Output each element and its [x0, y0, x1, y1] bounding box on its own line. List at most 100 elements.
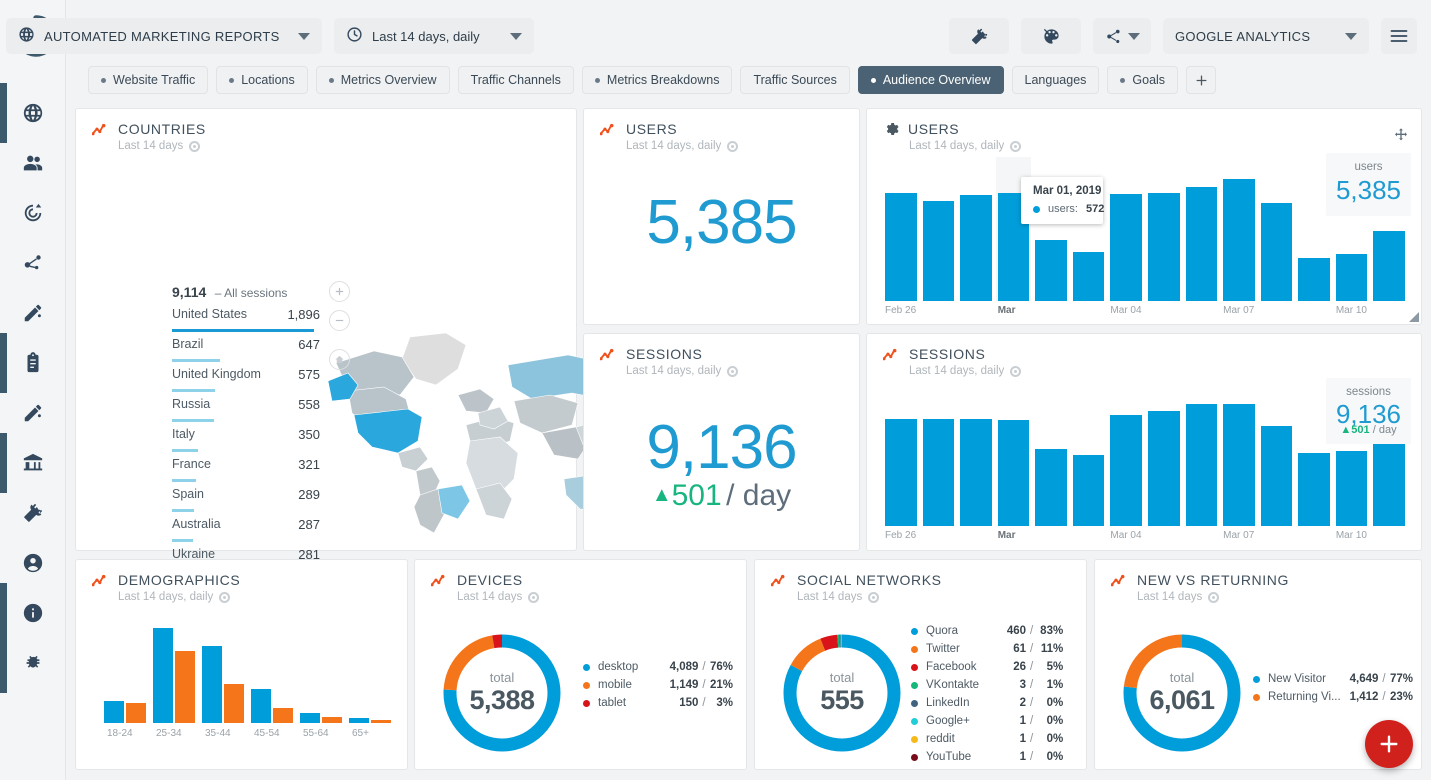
map-home-button[interactable] — [329, 349, 350, 370]
bar[interactable] — [1186, 404, 1218, 526]
bar[interactable] — [1073, 455, 1105, 526]
country-row[interactable]: Russia558 — [172, 397, 320, 427]
sidebar-item-bug[interactable] — [0, 638, 66, 688]
bar[interactable] — [1110, 194, 1142, 301]
bar[interactable] — [1110, 415, 1142, 526]
legend-row[interactable]: mobile1,149/21% — [583, 676, 733, 694]
bar[interactable] — [1223, 404, 1255, 526]
bar[interactable] — [960, 419, 992, 526]
legend-row[interactable]: reddit1/0% — [911, 730, 1077, 748]
date-range-selector[interactable]: Last 14 days, daily — [334, 18, 534, 54]
resize-handle-icon[interactable] — [1409, 312, 1419, 322]
legend-label: YouTube — [926, 751, 998, 763]
bar[interactable] — [960, 195, 992, 301]
legend-color-dot — [1253, 694, 1260, 701]
plugin-button[interactable] — [949, 18, 1009, 54]
bar[interactable] — [1073, 252, 1105, 301]
legend-row[interactable]: YouTube1/0% — [911, 748, 1077, 766]
country-row[interactable]: Australia287 — [172, 517, 320, 547]
legend-row[interactable]: Quora460/83% — [911, 622, 1077, 640]
demographics-bar[interactable] — [371, 720, 391, 723]
sidebar-item-clipboard[interactable] — [0, 338, 66, 388]
demographics-bar[interactable] — [153, 628, 173, 723]
bar[interactable] — [998, 420, 1030, 526]
legend-row[interactable]: desktop4,089/76% — [583, 658, 733, 676]
bar[interactable] — [1336, 254, 1368, 301]
tab-languages[interactable]: Languages — [1012, 66, 1100, 94]
tab-metrics-breakdowns[interactable]: Metrics Breakdowns — [582, 66, 733, 94]
sidebar-item-pencil[interactable] — [0, 288, 66, 338]
bar[interactable] — [1261, 203, 1293, 301]
country-row[interactable]: Italy350 — [172, 427, 320, 457]
country-row[interactable]: Brazil647 — [172, 337, 320, 367]
demographics-bar[interactable] — [104, 701, 124, 724]
data-source-selector[interactable]: GOOGLE ANALYTICS — [1163, 18, 1369, 54]
bar[interactable] — [1223, 179, 1255, 301]
demographics-bar[interactable] — [175, 651, 195, 724]
sidebar-item-globe[interactable] — [0, 88, 66, 138]
bar[interactable] — [1035, 240, 1067, 301]
tab-goals[interactable]: Goals — [1107, 66, 1178, 94]
add-widget-fab[interactable] — [1365, 720, 1413, 768]
bar[interactable] — [885, 419, 917, 526]
sidebar-item-bank[interactable] — [0, 438, 66, 488]
bar[interactable] — [1373, 438, 1405, 526]
bar[interactable] — [1336, 451, 1368, 526]
demographics-bar[interactable] — [300, 713, 320, 723]
legend-row[interactable]: VKontakte3/1% — [911, 676, 1077, 694]
sidebar-item-account[interactable] — [0, 538, 66, 588]
demographics-bar[interactable] — [202, 646, 222, 724]
bar[interactable] — [1298, 453, 1330, 526]
bar[interactable] — [1186, 187, 1218, 301]
share-button[interactable] — [1093, 18, 1151, 54]
map-zoom-out-button[interactable] — [329, 310, 350, 331]
sidebar-item-info[interactable] — [0, 588, 66, 638]
bar[interactable] — [923, 201, 955, 301]
demographics-bar[interactable] — [251, 689, 271, 723]
legend-row[interactable]: Google+1/0% — [911, 712, 1077, 730]
country-row[interactable]: France321 — [172, 457, 320, 487]
legend-row[interactable]: Twitter61/11% — [911, 640, 1077, 658]
tab-traffic-sources[interactable]: Traffic Sources — [740, 66, 849, 94]
legend-row[interactable]: New Visitor4,649/77% — [1253, 670, 1413, 688]
legend-row[interactable]: Facebook26/5% — [911, 658, 1077, 676]
theme-button[interactable] — [1021, 18, 1081, 54]
sidebar-item-target-refresh[interactable] — [0, 188, 66, 238]
bar[interactable] — [1148, 411, 1180, 526]
sidebar-item-pencil-alt[interactable] — [0, 388, 66, 438]
bar[interactable] — [1373, 231, 1405, 301]
demographics-bar[interactable] — [224, 684, 244, 723]
report-selector[interactable]: AUTOMATED MARKETING REPORTS — [6, 18, 322, 54]
demographics-bar[interactable] — [273, 708, 293, 723]
sidebar-item-plug[interactable] — [0, 488, 66, 538]
country-row[interactable]: Spain289 — [172, 487, 320, 517]
bar[interactable] — [1035, 449, 1067, 526]
legend-row[interactable]: LinkedIn2/0% — [911, 694, 1077, 712]
country-row[interactable]: United States1,896 — [172, 307, 320, 337]
users-chart-subtitle: Last 14 days, daily — [909, 140, 1004, 152]
demographics-bar[interactable] — [126, 703, 146, 723]
tab-audience-overview[interactable]: Audience Overview — [858, 66, 1004, 94]
bar[interactable] — [923, 419, 955, 526]
add-tab-button[interactable] — [1186, 66, 1216, 94]
move-icon[interactable] — [1393, 127, 1409, 143]
main-menu-button[interactable] — [1381, 18, 1417, 54]
sidebar-item-users[interactable] — [0, 138, 66, 188]
demographics-bar[interactable] — [322, 717, 342, 723]
map-zoom-in-button[interactable] — [329, 281, 350, 302]
demographics-bar[interactable] — [349, 718, 369, 723]
legend-row[interactable]: tablet150/3% — [583, 694, 733, 712]
tab-metrics-overview[interactable]: Metrics Overview — [316, 66, 450, 94]
bar[interactable] — [1261, 426, 1293, 526]
country-row[interactable]: United Kingdom575 — [172, 367, 320, 397]
tab-traffic-channels[interactable]: Traffic Channels — [458, 66, 574, 94]
new-returning-title: NEW VS RETURNING — [1111, 572, 1421, 588]
bar[interactable] — [885, 193, 917, 301]
tab-website-traffic[interactable]: Website Traffic — [88, 66, 208, 94]
tab-locations[interactable]: Locations — [216, 66, 308, 94]
legend-row[interactable]: Returning Vi...1,412/23% — [1253, 688, 1413, 706]
bar[interactable] — [1148, 193, 1180, 301]
sidebar-item-share-nodes[interactable] — [0, 238, 66, 288]
bar[interactable] — [1298, 258, 1330, 302]
country-name: Russia — [172, 397, 210, 411]
